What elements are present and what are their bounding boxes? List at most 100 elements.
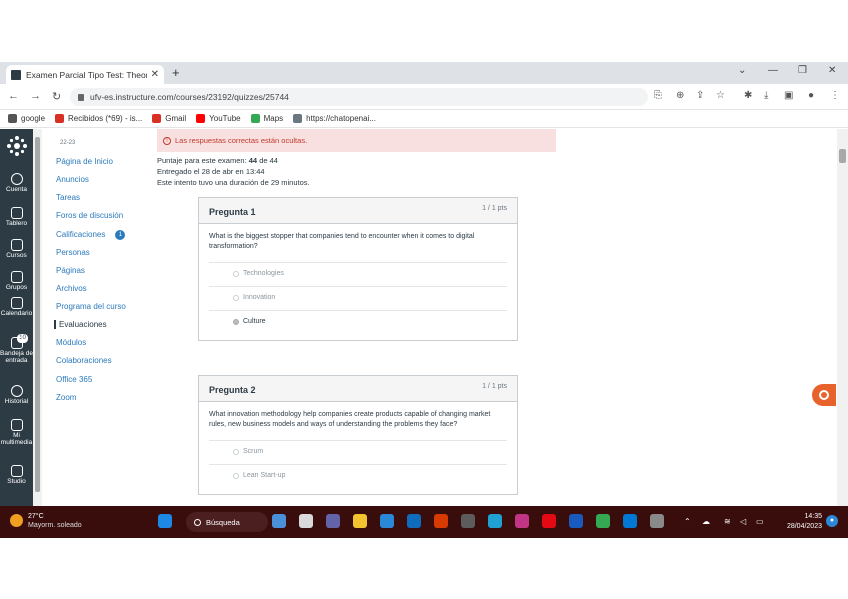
zoom-icon[interactable]: ⊕ <box>676 90 684 101</box>
tab-search-icon[interactable]: ⌄ <box>738 65 746 76</box>
new-tab-button[interactable]: + <box>172 65 180 80</box>
course-nav-zoom[interactable]: Zoom <box>56 393 76 402</box>
media-icon[interactable] <box>434 514 448 528</box>
tab-quiz[interactable]: Examen Parcial Tipo Test: Theory ✕ <box>6 65 164 84</box>
course-nav-programa-del-curso[interactable]: Programa del curso <box>56 302 126 311</box>
scrollbar-thumb[interactable] <box>35 137 40 492</box>
back-icon[interactable]: ← <box>8 90 19 102</box>
global-nav-label: Calendario <box>0 310 33 317</box>
word-icon[interactable] <box>569 514 583 528</box>
wifi-icon[interactable]: ≋ <box>724 517 731 526</box>
tab-close-icon[interactable]: ✕ <box>151 69 159 80</box>
course-nav-tareas[interactable]: Tareas <box>56 193 80 202</box>
question-title: Pregunta 1 <box>209 207 256 217</box>
course-nav-pagina-de-inicio[interactable]: Página de Inicio <box>56 157 113 166</box>
clock[interactable]: 14:35 28/04/2023 <box>780 512 822 532</box>
bookmark-google[interactable]: google <box>8 114 45 123</box>
store-icon[interactable] <box>461 514 475 528</box>
chat-icon[interactable] <box>326 514 340 528</box>
bookmark-3-icon <box>196 114 206 123</box>
canvas-favicon-icon <box>11 69 21 80</box>
files-icon[interactable] <box>299 514 313 528</box>
course-nav-label: Personas <box>56 248 90 257</box>
course-nav-calificaciones[interactable]: Calificaciones 1 <box>56 230 126 240</box>
menu-dots-icon[interactable]: ⋮ <box>830 90 840 101</box>
bookmark-5-icon <box>293 114 303 123</box>
course-nav-label: Colaboraciones <box>56 356 112 365</box>
course-nav-label: Evaluaciones <box>59 320 107 329</box>
profile-icon[interactable]: ● <box>808 90 814 101</box>
forward-icon[interactable]: → <box>30 90 41 102</box>
download-icon[interactable]: ⤓ <box>764 90 768 101</box>
bookmark-gmail[interactable]: Gmail <box>152 114 186 123</box>
bookmark-0-icon <box>8 114 17 123</box>
course-nav-office-365[interactable]: Office 365 <box>56 375 92 384</box>
taskbar-search[interactable]: Búsqueda <box>186 512 268 532</box>
bookmark-recibidos-69-is[interactable]: Recibidos (*69) - is... <box>55 114 142 123</box>
global-nav-bandeja-de-entrada[interactable]: Bandeja de entrada <box>0 337 33 364</box>
volume-icon[interactable]: ◁ <box>740 517 746 526</box>
course-nav-archivos[interactable]: Archivos <box>56 284 87 293</box>
global-nav-tablero[interactable]: Tablero <box>0 207 33 227</box>
maximize-button[interactable]: ❐ <box>798 65 807 76</box>
help-tray-button[interactable] <box>812 384 836 406</box>
global-nav-cursos[interactable]: Cursos <box>0 239 33 259</box>
course-nav-label: Página de Inicio <box>56 157 113 166</box>
global-nav-label: Studio <box>7 478 26 485</box>
bookmark-youtube[interactable]: YouTube <box>196 114 241 123</box>
course-nav-label: Programa del curso <box>56 302 126 311</box>
instagram-icon[interactable] <box>515 514 529 528</box>
course-nav-modulos[interactable]: Módulos <box>56 338 86 347</box>
course-nav-paginas[interactable]: Páginas <box>56 266 85 275</box>
course-nav-evaluaciones[interactable]: Evaluaciones <box>54 320 107 329</box>
help-icon <box>819 390 829 400</box>
url-input[interactable]: ufv-es.instructure.com/courses/23192/qui… <box>70 88 648 106</box>
task-view-icon[interactable] <box>272 514 286 528</box>
global-nav-historial[interactable]: Historial <box>0 385 33 405</box>
global-nav-cuenta[interactable]: Cuenta <box>0 173 33 193</box>
reload-icon[interactable]: ↻ <box>52 90 61 103</box>
share-icon[interactable]: ⇪ <box>696 90 704 101</box>
global-nav-calendario[interactable]: Calendario <box>0 297 33 317</box>
cloud-icon[interactable]: ☁ <box>702 517 710 526</box>
screenshot-stage: Examen Parcial Tipo Test: Theory ✕ + ⌄ —… <box>0 0 848 599</box>
sidepanel-icon[interactable]: ▣ <box>784 90 793 101</box>
course-nav-foros-de-discusion[interactable]: Foros de discusión <box>56 211 123 220</box>
photos-icon[interactable] <box>623 514 637 528</box>
chrome-icon[interactable] <box>596 514 610 528</box>
calendar-app-icon[interactable] <box>380 514 394 528</box>
score-total: de 44 <box>259 156 278 165</box>
install-icon[interactable]: ⎘ <box>654 90 662 101</box>
courses-icon <box>10 239 23 251</box>
bookmark-https-chatopenai[interactable]: https://chatopenai... <box>293 114 376 123</box>
bookmark-star-icon[interactable]: ☆ <box>716 90 725 101</box>
question-text: What is the biggest stopper that compani… <box>209 233 475 250</box>
minimize-button[interactable]: — <box>768 65 778 76</box>
app-icon[interactable] <box>650 514 664 528</box>
page-scrollbar-thumb[interactable] <box>839 149 846 163</box>
close-window-button[interactable]: ✕ <box>828 65 836 76</box>
page-scrollbar[interactable] <box>837 129 848 506</box>
notification-icon[interactable]: ● <box>826 515 838 527</box>
global-nav-scrollbar[interactable] <box>33 129 42 506</box>
battery-icon[interactable]: ▭ <box>756 517 764 526</box>
explorer-icon[interactable] <box>353 514 367 528</box>
global-nav-grupos[interactable]: Grupos <box>0 271 33 291</box>
mail-icon[interactable] <box>407 514 421 528</box>
edge-icon[interactable] <box>488 514 502 528</box>
course-nav-personas[interactable]: Personas <box>56 248 90 257</box>
canvas-logo-icon[interactable] <box>6 135 28 157</box>
extensions-icon[interactable]: ✱ <box>744 90 752 101</box>
bookmark-maps[interactable]: Maps <box>250 114 283 123</box>
start-icon[interactable] <box>158 514 172 528</box>
netflix-icon[interactable] <box>542 514 556 528</box>
global-nav-mi-multimedia[interactable]: Mi multimedia <box>0 419 33 446</box>
course-nav-anuncios[interactable]: Anuncios <box>56 175 89 184</box>
info-icon: ! <box>163 136 171 145</box>
calendar-icon <box>10 297 23 309</box>
course-nav-colaboraciones[interactable]: Colaboraciones <box>56 356 112 365</box>
chevron-up-icon[interactable]: ⌃ <box>684 517 691 526</box>
question-text: What innovation methodology help compani… <box>209 411 491 428</box>
global-nav-label: Historial <box>4 398 29 405</box>
global-nav-studio[interactable]: Studio <box>0 465 33 485</box>
